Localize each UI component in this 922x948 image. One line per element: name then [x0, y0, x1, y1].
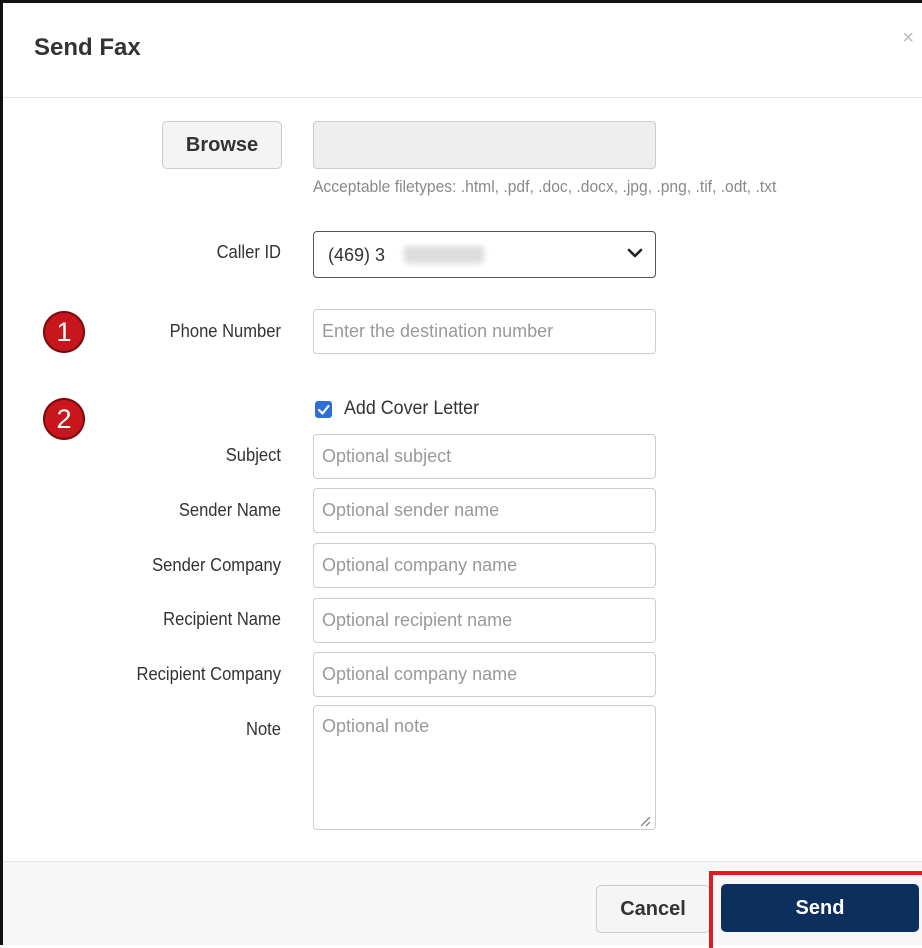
recipient-name-label: Recipient Name [163, 609, 281, 629]
sender-company-input[interactable] [313, 543, 656, 588]
caller-id-select[interactable]: (469) 3 [313, 231, 656, 278]
phone-number-input[interactable] [313, 309, 656, 354]
close-icon[interactable]: × [902, 27, 914, 50]
subject-input[interactable] [313, 434, 656, 479]
browse-button[interactable]: Browse [162, 121, 282, 169]
send-fax-dialog: Send Fax × Browse Acceptable filetypes: … [0, 0, 922, 948]
recipient-company-input[interactable] [313, 652, 656, 697]
cover-letter-label: Add Cover Letter [344, 398, 480, 419]
subject-label: Subject [225, 445, 281, 465]
recipient-name-input[interactable] [313, 598, 656, 643]
cancel-button[interactable]: Cancel [596, 885, 710, 933]
sender-name-input[interactable] [313, 488, 656, 533]
caller-id-value: (469) 3 [328, 245, 386, 265]
checkmark-icon [317, 404, 330, 415]
recipient-company-label: Recipient Company [136, 664, 281, 684]
resize-grip-icon[interactable] [637, 813, 651, 827]
selected-file-display [313, 121, 656, 169]
filetype-hint: Acceptable filetypes: .html, .pdf, .doc,… [313, 177, 777, 196]
sender-name-label: Sender Name [178, 500, 281, 520]
redacted-number [404, 246, 484, 264]
chevron-down-icon [627, 248, 643, 258]
dialog-header: Send Fax × [3, 3, 922, 98]
caller-id-label: Caller ID [216, 242, 281, 262]
phone-number-label: Phone Number [169, 321, 281, 341]
send-highlight-box [709, 871, 922, 948]
annotation-badge-2: 2 [43, 398, 85, 440]
note-label: Note [246, 719, 281, 739]
dialog-title: Send Fax [34, 34, 141, 61]
note-textarea[interactable] [313, 705, 656, 830]
sender-company-label: Sender Company [152, 555, 281, 575]
cover-letter-checkbox[interactable] [315, 401, 332, 418]
